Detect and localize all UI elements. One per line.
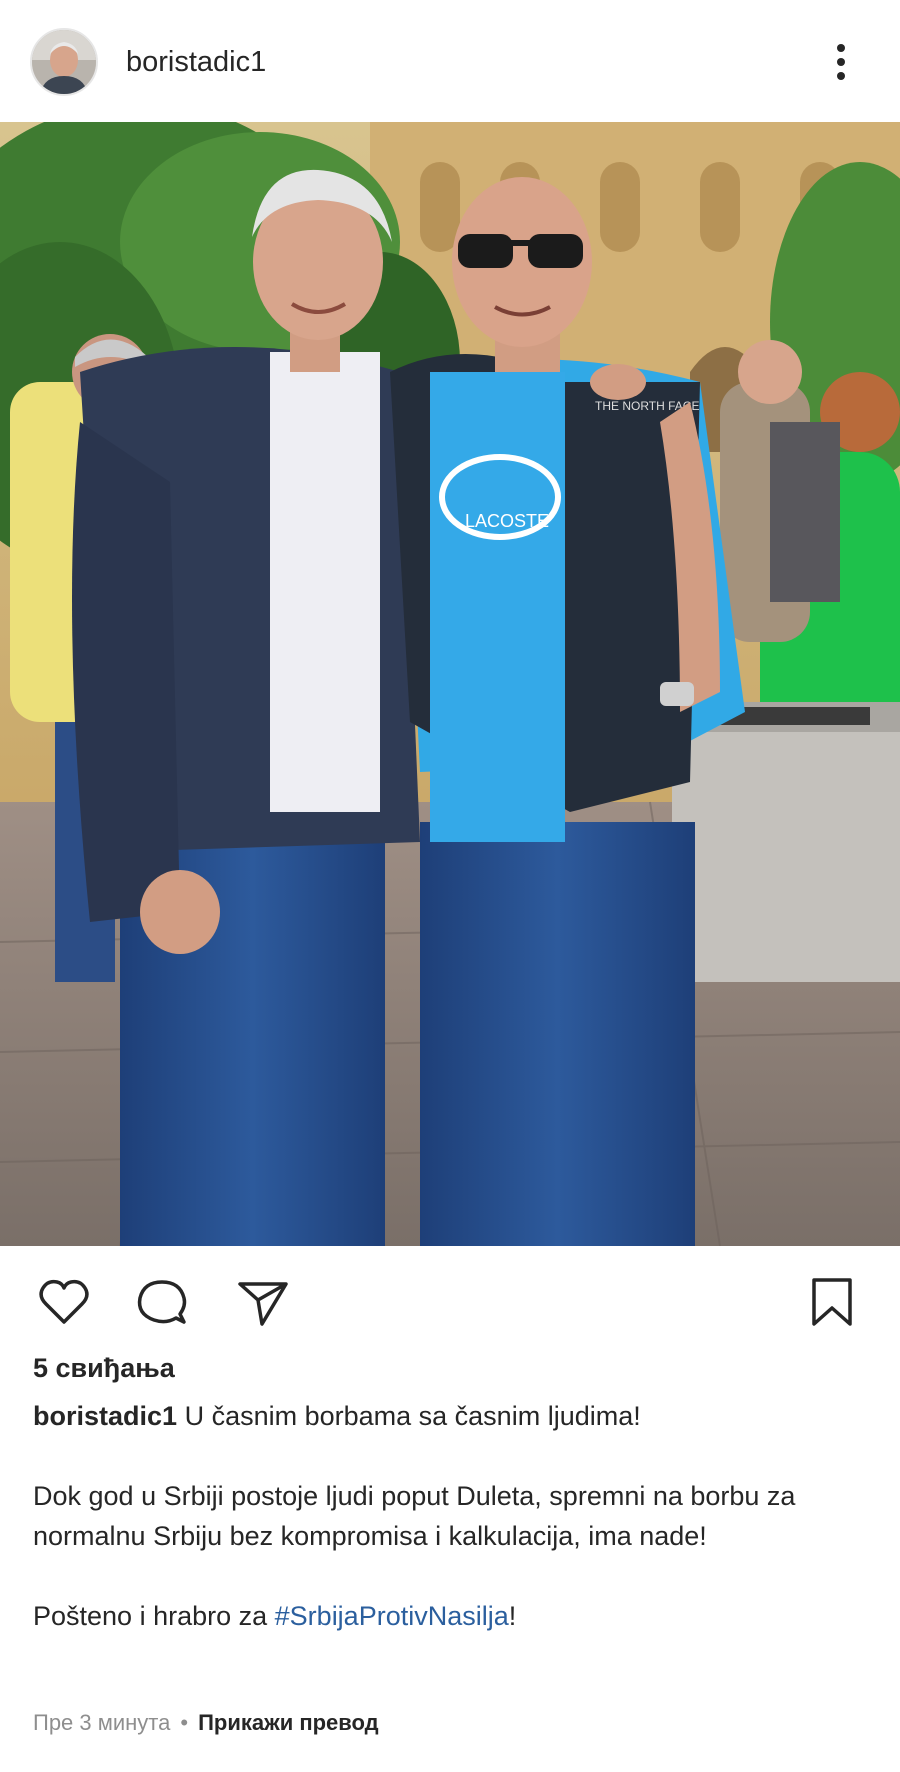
caption-text-3: Pošteno i hrabro za xyxy=(33,1601,275,1631)
hashtag-link[interactable]: #SrbijaProtivNasilja xyxy=(275,1601,509,1631)
send-icon[interactable] xyxy=(234,1274,290,1330)
likes-count[interactable]: 5 свиђања xyxy=(33,1353,175,1384)
heart-icon[interactable] xyxy=(36,1274,92,1330)
avatar[interactable] xyxy=(30,28,98,96)
show-translation-link[interactable]: Прикажи превод xyxy=(198,1710,379,1735)
post-caption: boristadic1 U časnim borbama sa časnim l… xyxy=(33,1396,873,1636)
post-actions xyxy=(0,1262,900,1342)
avatar-image xyxy=(32,30,96,94)
bookmark-icon[interactable] xyxy=(804,1274,860,1330)
caption-username[interactable]: boristadic1 xyxy=(33,1401,177,1431)
post-meta: Пре 3 минута • Прикажи превод xyxy=(33,1710,379,1736)
caption-paragraph-2: Dok god u Srbiji postoje ljudi poput Dul… xyxy=(33,1481,796,1551)
more-vertical-icon[interactable] xyxy=(826,40,856,84)
post-username[interactable]: boristadic1 xyxy=(126,46,266,79)
meta-separator: • xyxy=(180,1710,189,1735)
caption-text-1: U časnim borbama sa časnim ljudima! xyxy=(184,1401,641,1431)
post-image: LACOSTE THE NORTH FACE xyxy=(0,122,900,1246)
caption-text-3-end: ! xyxy=(508,1601,517,1631)
post-timestamp: Пре 3 минута xyxy=(33,1710,171,1735)
caption-paragraph-3: Pošteno i hrabro za #SrbijaProtivNasilja… xyxy=(33,1596,873,1636)
post-header: boristadic1 xyxy=(0,0,900,122)
post-photo[interactable]: LACOSTE THE NORTH FACE xyxy=(0,122,900,1246)
caption-line-1: boristadic1 U časnim borbama sa časnim l… xyxy=(33,1396,873,1436)
comment-icon[interactable] xyxy=(134,1274,190,1330)
shirt-print: LACOSTE xyxy=(465,511,549,531)
